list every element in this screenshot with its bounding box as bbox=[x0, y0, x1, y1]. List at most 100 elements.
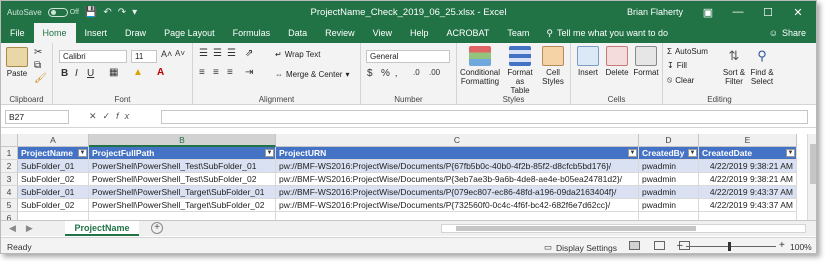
align-center-icon[interactable]: ≡ bbox=[213, 67, 219, 78]
table-cell[interactable]: PowerShell\PowerShell_Target\SubFolder_0… bbox=[89, 199, 276, 212]
fx-icon[interactable]: fx bbox=[116, 111, 135, 121]
tab-home[interactable]: Home bbox=[33, 23, 76, 43]
column-header-e[interactable]: E bbox=[699, 134, 797, 147]
cancel-icon[interactable]: ✕ bbox=[89, 111, 103, 121]
tab-review[interactable]: Review bbox=[316, 23, 364, 43]
sheet-nav-arrows[interactable]: ◀▶ bbox=[9, 223, 43, 234]
underline-icon[interactable]: U bbox=[87, 68, 94, 79]
align-left-icon[interactable]: ≡ bbox=[199, 67, 205, 78]
column-header-d[interactable]: D bbox=[639, 134, 699, 147]
customize-qat-icon[interactable]: ▾ bbox=[132, 7, 137, 18]
table-cell[interactable]: 4/22/2019 9:38:21 AM bbox=[699, 173, 797, 186]
select-all-corner[interactable] bbox=[1, 134, 18, 147]
bold-icon[interactable]: B bbox=[61, 68, 68, 79]
increase-decimal-icon[interactable]: .0 bbox=[413, 68, 420, 77]
borders-icon[interactable]: ▦ bbox=[109, 67, 118, 78]
tab-page-layout[interactable]: Page Layout bbox=[155, 23, 224, 43]
table-cell[interactable]: 4/22/2019 9:38:21 AM bbox=[699, 160, 797, 173]
close-button[interactable]: ✕ bbox=[783, 1, 813, 23]
clear-button[interactable]: ⦸ Clear bbox=[667, 75, 694, 85]
tab-draw[interactable]: Draw bbox=[116, 23, 155, 43]
bottom-align-icon[interactable]: ☰ bbox=[227, 48, 236, 59]
formula-input[interactable] bbox=[161, 110, 808, 124]
filter-dropdown-icon[interactable]: ▼ bbox=[628, 149, 637, 157]
enter-icon[interactable]: ✓ bbox=[103, 111, 117, 121]
table-cell[interactable]: pwadmin bbox=[639, 160, 699, 173]
decrease-decimal-icon[interactable]: .00 bbox=[429, 68, 440, 77]
copy-icon[interactable]: ⧉ bbox=[34, 60, 41, 71]
increase-font-icon[interactable]: A˄ bbox=[161, 49, 172, 59]
add-sheet-icon[interactable]: + bbox=[151, 222, 163, 234]
top-align-icon[interactable]: ☰ bbox=[199, 48, 208, 59]
autosum-button[interactable]: Σ AutoSum bbox=[667, 47, 708, 56]
table-cell[interactable]: pw://BMF-WS2016:ProjectWise/Documents/P{… bbox=[276, 186, 639, 199]
table-cell[interactable]: PowerShell\PowerShell_Test\SubFolder_02 bbox=[89, 173, 276, 186]
column-header-b[interactable]: B bbox=[89, 134, 276, 147]
fill-button[interactable]: ↧ Fill bbox=[667, 61, 687, 70]
zoom-level[interactable]: 100% bbox=[790, 242, 812, 252]
column-header-c[interactable]: C bbox=[276, 134, 639, 147]
column-header-a[interactable]: A bbox=[18, 134, 89, 147]
zoom-in-button[interactable]: + bbox=[779, 240, 785, 251]
horizontal-scrollbar[interactable] bbox=[441, 224, 806, 233]
format-painter-icon[interactable]: 🖌 bbox=[34, 73, 47, 84]
tab-formulas[interactable]: Formulas bbox=[224, 23, 280, 43]
minimize-button[interactable]: — bbox=[723, 1, 753, 23]
table-header-cell[interactable]: ProjectName ▼ bbox=[18, 147, 89, 160]
zoom-out-button[interactable]: – bbox=[677, 240, 683, 251]
comma-icon[interactable]: ‚ bbox=[395, 68, 397, 79]
table-cell[interactable]: pw://BMF-WS2016:ProjectWise/Documents/P{… bbox=[276, 160, 639, 173]
tab-team[interactable]: Team bbox=[498, 23, 538, 43]
table-header-cell[interactable]: CreatedDate ▼ bbox=[699, 147, 797, 160]
format-cells-button[interactable]: Format bbox=[632, 46, 660, 77]
save-icon[interactable]: 💾 bbox=[85, 7, 97, 18]
table-header-cell[interactable]: CreatedBy ▼ bbox=[639, 147, 699, 160]
table-header-cell[interactable]: ProjectURN ▼ bbox=[276, 147, 639, 160]
table-cell[interactable]: pw://BMF-WS2016:ProjectWise/Documents/P{… bbox=[276, 173, 639, 186]
row-number[interactable]: 3 bbox=[1, 173, 18, 186]
page-layout-view-icon[interactable] bbox=[654, 241, 665, 250]
row-number[interactable]: 4 bbox=[1, 186, 18, 199]
filter-dropdown-icon[interactable]: ▼ bbox=[78, 149, 87, 157]
undo-icon[interactable]: ↶ bbox=[103, 7, 111, 18]
middle-align-icon[interactable]: ☰ bbox=[213, 48, 222, 59]
fill-color-icon[interactable]: ▲ bbox=[133, 67, 143, 78]
table-cell[interactable]: pw://BMF-WS2016:ProjectWise/Documents/P{… bbox=[276, 199, 639, 212]
tab-help[interactable]: Help bbox=[401, 23, 438, 43]
table-cell[interactable]: pwadmin bbox=[639, 173, 699, 186]
user-name[interactable]: Brian Flaherty bbox=[627, 7, 683, 17]
table-cell[interactable]: PowerShell\PowerShell_Target\SubFolder_0… bbox=[89, 186, 276, 199]
name-box[interactable]: B27 bbox=[5, 110, 69, 124]
vertical-scrollbar[interactable] bbox=[807, 134, 816, 220]
cut-icon[interactable]: ✂ bbox=[34, 47, 42, 58]
table-cell[interactable]: pwadmin bbox=[639, 186, 699, 199]
number-format-select[interactable]: General bbox=[366, 50, 450, 63]
normal-view-icon[interactable] bbox=[629, 241, 640, 250]
autosave-toggle[interactable] bbox=[47, 7, 68, 17]
percent-icon[interactable]: % bbox=[381, 68, 390, 79]
delete-cells-button[interactable]: Delete bbox=[603, 46, 631, 77]
decrease-font-icon[interactable]: A˅ bbox=[175, 49, 185, 58]
row-number[interactable]: 5 bbox=[1, 199, 18, 212]
tell-me-box[interactable]: ⚲ Tell me what you want to do bbox=[546, 23, 668, 43]
redo-icon[interactable]: ↷ bbox=[118, 7, 126, 18]
align-right-icon[interactable]: ≡ bbox=[227, 67, 233, 78]
font-color-icon[interactable]: A bbox=[157, 67, 164, 78]
tab-data[interactable]: Data bbox=[279, 23, 316, 43]
display-settings-button[interactable]: ▭ Display Settings bbox=[544, 242, 617, 253]
zoom-slider-thumb[interactable] bbox=[728, 242, 731, 251]
indent-icon[interactable]: ⇥ bbox=[245, 67, 253, 78]
sheet-tab-projectname[interactable]: ProjectName bbox=[65, 221, 139, 236]
vertical-scroll-thumb[interactable] bbox=[810, 144, 816, 184]
sort-filter-button[interactable]: ⇅ Sort & Filter bbox=[721, 46, 747, 86]
conditional-formatting-button[interactable]: Conditional Formatting bbox=[459, 46, 501, 86]
find-select-button[interactable]: ⚲ Find & Select bbox=[749, 46, 775, 86]
table-cell[interactable]: pwadmin bbox=[639, 199, 699, 212]
filter-dropdown-icon[interactable]: ▼ bbox=[786, 149, 795, 157]
table-cell[interactable]: SubFolder_01 bbox=[18, 186, 89, 199]
row-number[interactable]: 1 bbox=[1, 147, 18, 160]
table-header-cell[interactable]: ProjectFullPath ▼ bbox=[89, 147, 276, 160]
table-cell[interactable]: 4/22/2019 9:43:37 AM bbox=[699, 186, 797, 199]
row-number[interactable]: 2 bbox=[1, 160, 18, 173]
cell-styles-button[interactable]: Cell Styles bbox=[539, 46, 567, 86]
